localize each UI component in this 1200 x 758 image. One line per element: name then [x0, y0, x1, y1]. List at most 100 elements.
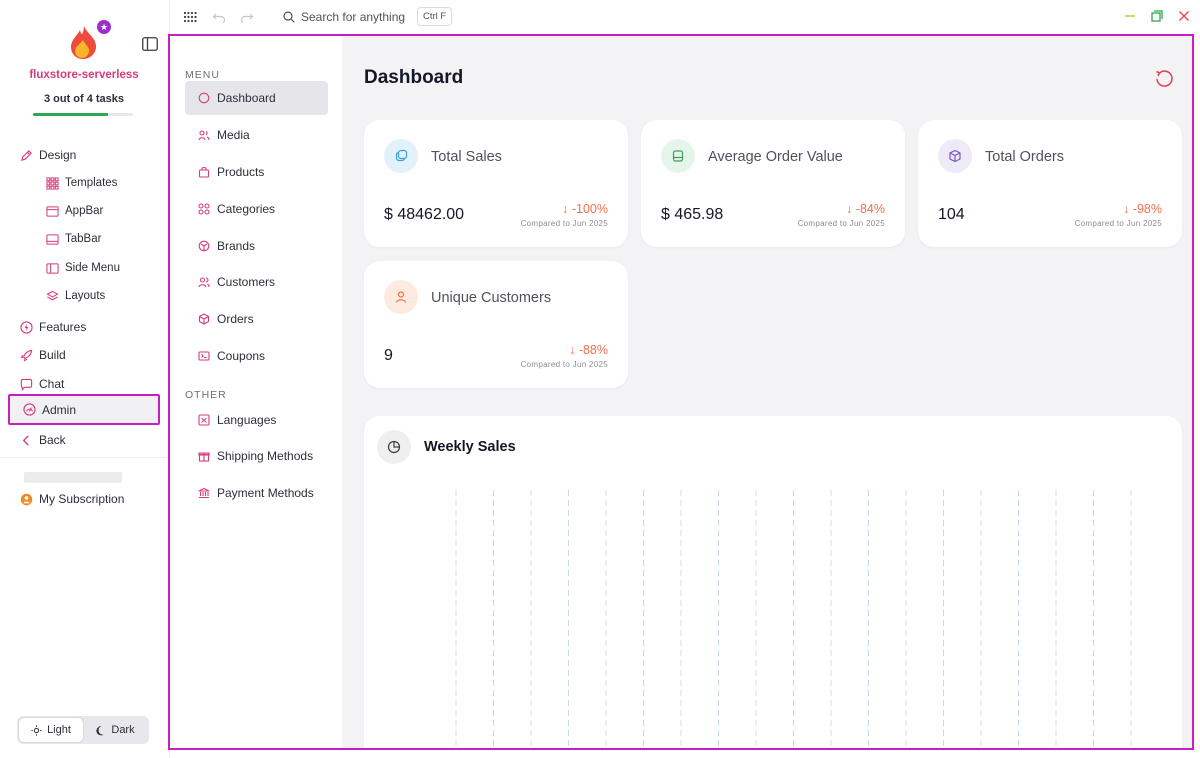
stat-icon-wrap: [384, 280, 418, 314]
stat-icon-wrap: [938, 139, 972, 173]
nav-appbar-label: AppBar: [65, 205, 104, 217]
subscription-user-icon: [20, 493, 33, 505]
stat-title: Unique Customers: [431, 290, 552, 306]
tabbar-icon: [46, 233, 59, 245]
dashboard-icon: [198, 92, 210, 104]
flame-logo-icon: [71, 26, 97, 59]
search-shortcut-badge: Ctrl F: [417, 7, 453, 26]
task-progress-fill: [33, 113, 108, 116]
task-progress-bar: [33, 113, 133, 116]
language-icon: [198, 414, 210, 426]
nav-design[interactable]: Design: [20, 145, 76, 165]
categories-icon: [198, 203, 210, 215]
apps-grid-icon[interactable]: [183, 10, 197, 24]
stat-compare: Compared to Jun 2025: [797, 219, 885, 228]
nav-templates[interactable]: Templates: [46, 173, 117, 193]
stat-delta: ↓ -98%: [1123, 202, 1162, 216]
bank-icon: [198, 487, 210, 499]
theme-toggle[interactable]: Light Dark: [17, 716, 149, 744]
nav-side-menu[interactable]: Side Menu: [46, 258, 120, 278]
weekly-sales-title: Weekly Sales: [424, 439, 516, 455]
menu-item-languages[interactable]: Languages: [185, 403, 328, 437]
media-icon: [198, 130, 210, 141]
pen-icon: [21, 149, 32, 161]
stat-title: Total Orders: [985, 149, 1064, 165]
dashboard-gauge-icon: [23, 403, 36, 416]
pro-badge-icon: ★: [97, 20, 111, 34]
menu-item-customers[interactable]: Customers: [185, 265, 328, 299]
menu-item-media[interactable]: Media: [185, 118, 328, 152]
chat-icon: [20, 378, 33, 391]
moon-icon: [96, 725, 105, 735]
close-icon[interactable]: [1178, 10, 1190, 22]
redacted-account-text: [24, 472, 122, 483]
grid-icon: [46, 176, 59, 190]
bolt-icon: [20, 320, 33, 334]
coupon-icon: [198, 351, 210, 361]
sun-icon: [31, 724, 42, 736]
nav-back[interactable]: Back: [20, 430, 66, 450]
menu-item-label: Brands: [217, 239, 256, 253]
nav-build[interactable]: Build: [20, 345, 66, 365]
stat-delta-value: -84%: [855, 202, 885, 216]
menu-item-products[interactable]: Products: [185, 155, 328, 189]
nav-layouts[interactable]: Layouts: [46, 286, 105, 306]
side-menu-icon: [46, 262, 59, 274]
menu-item-coupons[interactable]: Coupons: [185, 339, 328, 373]
menu-item-label: Coupons: [217, 349, 266, 363]
nav-features-label: Features: [39, 320, 87, 334]
app-sidebar: ★ fluxstore-serverless 3 out of 4 tasks …: [0, 0, 170, 758]
menu-item-label: Payment Methods: [217, 486, 314, 500]
sidebar-collapse-icon[interactable]: [142, 37, 158, 51]
redo-icon[interactable]: [240, 10, 254, 24]
refresh-icon[interactable]: [1154, 69, 1174, 89]
menu-item-label: Media: [217, 128, 250, 142]
stat-icon-wrap: [661, 139, 695, 173]
stat-value: 9: [384, 347, 393, 364]
nav-features[interactable]: Features: [20, 317, 86, 337]
search-icon: [283, 11, 295, 23]
maximize-icon[interactable]: [1151, 10, 1163, 22]
menu-item-orders[interactable]: Orders: [185, 302, 328, 336]
stat-compare: Compared to Jun 2025: [520, 219, 608, 228]
stat-delta-value: -98%: [1132, 202, 1162, 216]
nav-back-label: Back: [39, 433, 66, 447]
weekly-icon-wrap: [377, 430, 411, 464]
search-bar[interactable]: Search for anything: [283, 8, 405, 26]
nav-templates-label: Templates: [65, 177, 118, 189]
stat-delta-value: -88%: [578, 343, 608, 357]
menu-item-categories[interactable]: Categories: [185, 192, 328, 226]
menu-item-label: Customers: [217, 275, 276, 289]
menu-item-payment-methods[interactable]: Payment Methods: [185, 476, 328, 510]
admin-menu: MENU Dashboard Media Products Categories…: [170, 36, 342, 748]
nav-my-subscription[interactable]: My Subscription: [20, 489, 124, 509]
theme-dark-option[interactable]: Dark: [83, 718, 147, 742]
undo-icon[interactable]: [212, 10, 226, 24]
nav-build-label: Build: [39, 348, 66, 362]
menu-item-brands[interactable]: Brands: [185, 229, 328, 263]
nav-chat[interactable]: Chat: [20, 374, 64, 394]
stat-card-unique-customers: Unique Customers 9 ↓ -88% Compared to Ju…: [364, 261, 628, 388]
nav-tabbar[interactable]: TabBar: [46, 229, 101, 249]
theme-light-option[interactable]: Light: [19, 718, 83, 742]
nav-layouts-label: Layouts: [65, 290, 106, 302]
weekly-sales-card: Weekly Sales: [364, 416, 1182, 748]
minimize-icon[interactable]: [1124, 10, 1136, 22]
brand-icon: [198, 240, 210, 252]
menu-heading: MENU: [185, 69, 220, 81]
menu-item-label: Categories: [217, 202, 276, 216]
stat-card-total-orders: Total Orders 104 ↓ -98% Compared to Jun …: [918, 120, 1182, 247]
nav-admin[interactable]: Admin: [8, 394, 160, 425]
stat-title: Average Order Value: [708, 149, 843, 165]
stat-icon-wrap: [384, 139, 418, 173]
menu-item-label: Shipping Methods: [217, 449, 314, 463]
project-name[interactable]: fluxstore-serverless: [0, 69, 168, 81]
chevron-left-icon: [22, 434, 29, 446]
menu-item-shipping-methods[interactable]: Shipping Methods: [185, 439, 328, 473]
nav-appbar[interactable]: AppBar: [46, 201, 103, 221]
stat-compare: Compared to Jun 2025: [520, 360, 608, 369]
stat-delta: ↓ -88%: [569, 343, 608, 357]
menu-item-dashboard[interactable]: Dashboard: [185, 81, 328, 115]
nav-design-label: Design: [39, 148, 77, 162]
nav-my-subscription-label: My Subscription: [39, 492, 125, 506]
